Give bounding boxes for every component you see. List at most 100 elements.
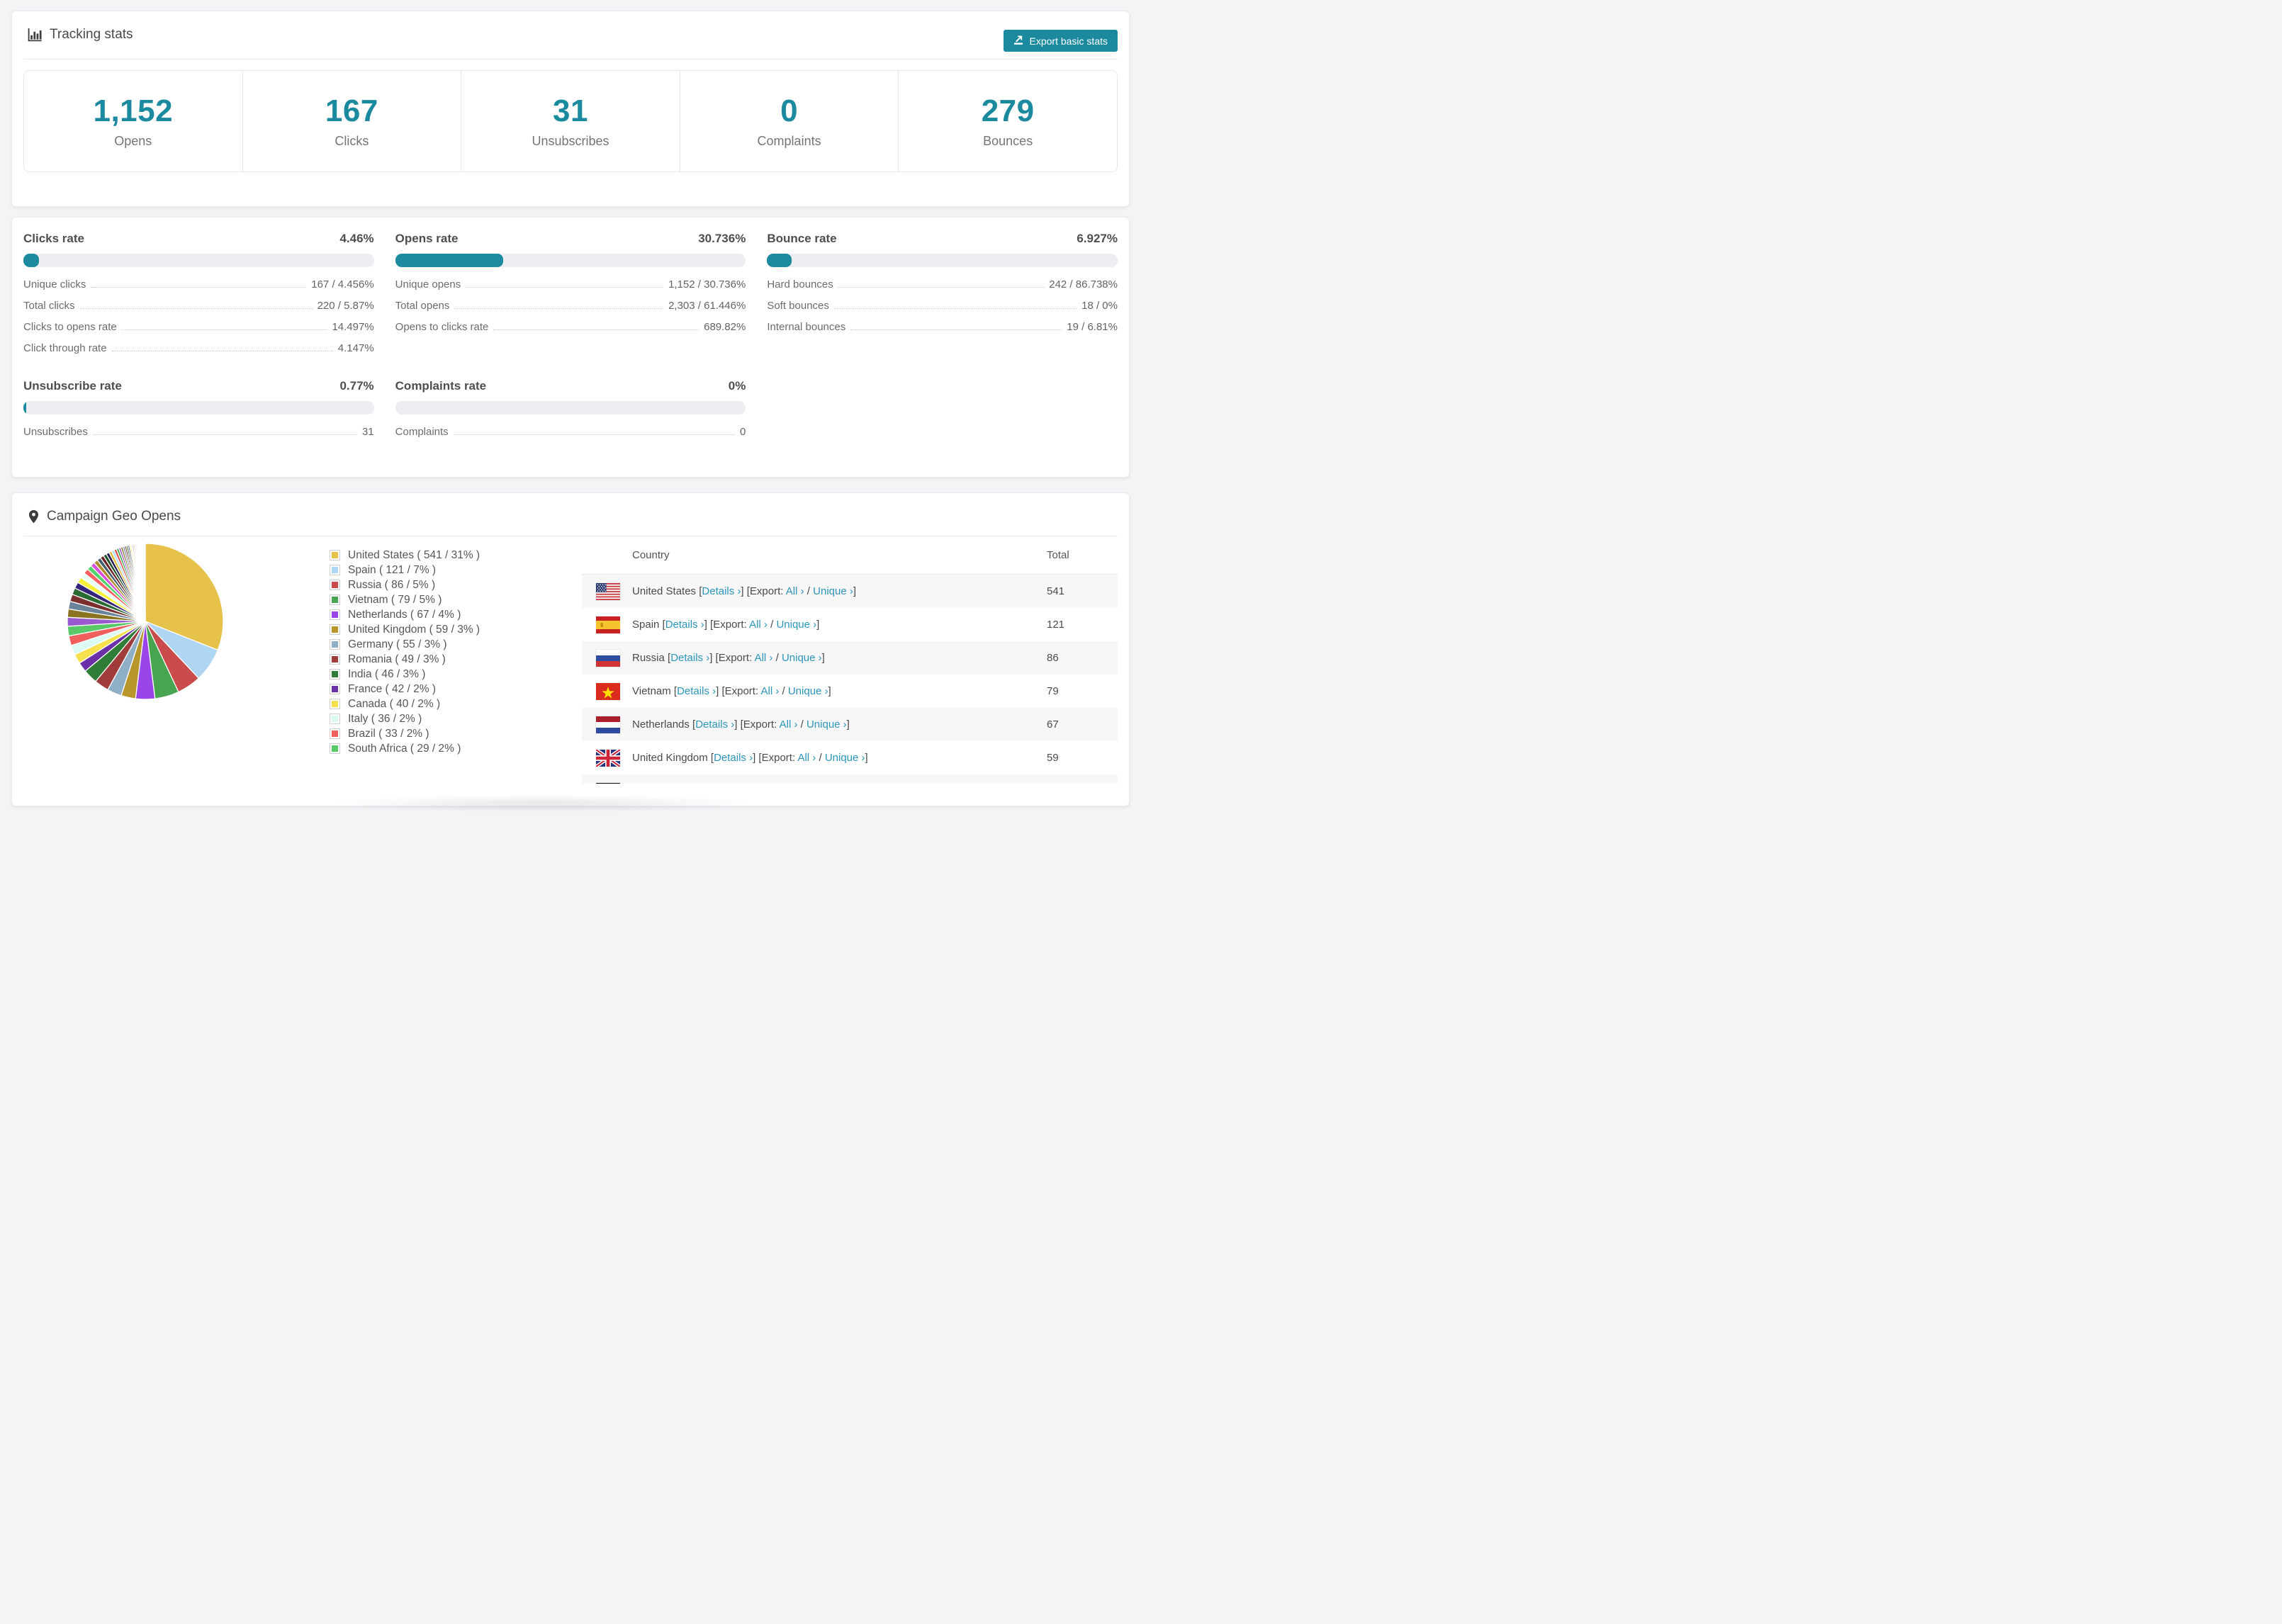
rate-detail-row: Soft bounces 18 / 0%: [767, 300, 1118, 312]
stat-cell-clicks: 167 Clicks: [243, 71, 462, 171]
legend-label: Romania ( 49 / 3% ): [348, 653, 446, 665]
rates-grid: Clicks rate 4.46% Unique clicks 167 / 4.456…: [12, 218, 1129, 461]
export-unique-link[interactable]: Unique ›: [825, 752, 865, 764]
details-link[interactable]: Details ›: [670, 652, 709, 664]
stat-value: 1,152: [93, 94, 174, 128]
total-cell: 59: [1047, 752, 1059, 764]
stat-label: Bounces: [983, 134, 1033, 148]
legend-item: Germany ( 55 / 3% ): [330, 637, 480, 652]
legend-item: France ( 42 / 2% ): [330, 682, 480, 697]
rate-value: 6.927%: [1077, 232, 1118, 245]
total-cell: 67: [1047, 718, 1059, 731]
de-flag-icon: [596, 782, 620, 784]
header-divider: [23, 59, 1118, 60]
legend-label: Germany ( 55 / 3% ): [348, 638, 447, 650]
export-all-link[interactable]: All ›: [760, 685, 779, 697]
rate-row-value: 1,152 / 30.736%: [668, 278, 746, 291]
country-name: United Kingdom [: [632, 752, 714, 764]
rate-row-value: 167 / 4.456%: [311, 278, 374, 291]
legend-swatch: [330, 580, 340, 590]
legend-swatch: [330, 699, 340, 709]
export-all-link[interactable]: All ›: [786, 585, 804, 597]
geo-opens-table: Country Total United States [Details ›] …: [582, 536, 1118, 784]
total-cell: 79: [1047, 685, 1059, 697]
rate-detail-row: Unsubscribes 31: [23, 426, 374, 438]
rate-row-label: Soft bounces: [767, 300, 829, 312]
rate-progress-bar: [23, 401, 374, 415]
rate-row-value: 18 / 0%: [1081, 300, 1118, 312]
rate-detail-row: Opens to clicks rate 689.82%: [395, 321, 746, 333]
legend-swatch: [330, 565, 340, 575]
rate-row-label: Complaints: [395, 426, 449, 438]
legend-swatch: [330, 743, 340, 754]
country-cell: Netherlands [Details ›] [Export: All › /…: [632, 718, 850, 731]
rate-row-label: Unique clicks: [23, 278, 86, 291]
geo-title: Campaign Geo Opens: [47, 509, 181, 524]
legend-swatch: [330, 550, 340, 560]
tracking-stats-header: Tracking stats: [28, 27, 133, 43]
legend-swatch: [330, 624, 340, 635]
stats-summary-box: 1,152 Opens 167 Clicks 31 Unsubscribes 0 Compla…: [23, 70, 1118, 172]
legend-item: Canada ( 40 / 2% ): [330, 697, 480, 711]
column-country: Country: [632, 548, 670, 561]
rate-progress-fill: [23, 254, 40, 267]
stat-value: 167: [325, 94, 378, 128]
rate-progress-bar: [767, 254, 1118, 267]
legend-swatch: [330, 639, 340, 650]
export-unique-link[interactable]: Unique ›: [776, 619, 816, 631]
rate-row-label: Total opens: [395, 300, 450, 312]
legend-label: Brazil ( 33 / 2% ): [348, 727, 429, 740]
table-row-es: Spain [Details ›] [Export: All › / Uniqu…: [582, 608, 1118, 641]
stat-label: Clicks: [335, 134, 369, 148]
export-all-link[interactable]: All ›: [797, 752, 816, 764]
rate-title: Bounce rate: [767, 232, 837, 245]
rate-progress-fill: [23, 401, 26, 415]
legend-label: United Kingdom ( 59 / 3% ): [348, 623, 480, 636]
legend-swatch: [330, 669, 340, 680]
export-unique-link[interactable]: Unique ›: [813, 585, 853, 597]
rate-row-value: 2,303 / 61.446%: [668, 300, 746, 312]
export-unique-link[interactable]: Unique ›: [806, 718, 847, 731]
details-link[interactable]: Details ›: [665, 619, 704, 631]
export-unique-link[interactable]: Unique ›: [782, 652, 822, 664]
legend-label: Russia ( 86 / 5% ): [348, 578, 436, 591]
legend-item: United Kingdom ( 59 / 3% ): [330, 622, 480, 637]
export-basic-stats-button[interactable]: Export basic stats: [1003, 30, 1118, 52]
stat-value: 279: [981, 94, 1035, 128]
legend-swatch: [330, 654, 340, 665]
rate-row-value: 220 / 5.87%: [317, 300, 374, 312]
rate-detail-row: Total opens 2,303 / 61.446%: [395, 300, 746, 312]
rate-progress-bar: [395, 401, 746, 415]
details-link[interactable]: Details ›: [695, 718, 734, 731]
export-icon: [1013, 35, 1024, 47]
export-all-link[interactable]: All ›: [749, 619, 768, 631]
legend-item: India ( 46 / 3% ): [330, 667, 480, 682]
details-link[interactable]: Details ›: [702, 585, 741, 597]
export-all-link[interactable]: All ›: [780, 718, 798, 731]
legend-item: Romania ( 49 / 3% ): [330, 652, 480, 667]
stat-cell-bounces: 279 Bounces: [899, 71, 1117, 171]
export-unique-link[interactable]: Unique ›: [788, 685, 828, 697]
details-link[interactable]: Details ›: [714, 752, 753, 764]
country-name: Netherlands [: [632, 718, 696, 731]
stat-cell-opens: 1,152 Opens: [24, 71, 243, 171]
rate-section-unsubscribe-rate: Unsubscribe rate 0.77% Unsubscribes 31: [23, 379, 374, 447]
legend-item: Spain ( 121 / 7% ): [330, 563, 480, 577]
bar-chart-icon: [28, 28, 43, 43]
campaign-geo-opens-card: Campaign Geo Opens United States ( 541 /…: [11, 492, 1130, 806]
rate-progress-bar: [395, 254, 746, 267]
table-row-nl: Netherlands [Details ›] [Export: All › /…: [582, 708, 1118, 741]
rates-card: Clicks rate 4.46% Unique clicks 167 / 4.456…: [11, 217, 1130, 478]
legend-label: India ( 46 / 3% ): [348, 667, 426, 680]
dotted-leader: [121, 329, 327, 330]
export-all-link[interactable]: All ›: [755, 652, 773, 664]
rate-section-clicks-rate: Clicks rate 4.46% Unique clicks 167 / 4.456…: [23, 232, 374, 363]
legend-item: United States ( 541 / 31% ): [330, 548, 480, 563]
nl-flag-icon: [596, 716, 620, 733]
rate-row-label: Clicks to opens rate: [23, 321, 117, 333]
rate-row-value: 14.497%: [332, 321, 374, 333]
legend-label: Vietnam ( 79 / 5% ): [348, 593, 442, 606]
us-flag-icon: [596, 582, 620, 600]
rate-detail-row: Unique opens 1,152 / 30.736%: [395, 278, 746, 291]
details-link[interactable]: Details ›: [677, 685, 716, 697]
